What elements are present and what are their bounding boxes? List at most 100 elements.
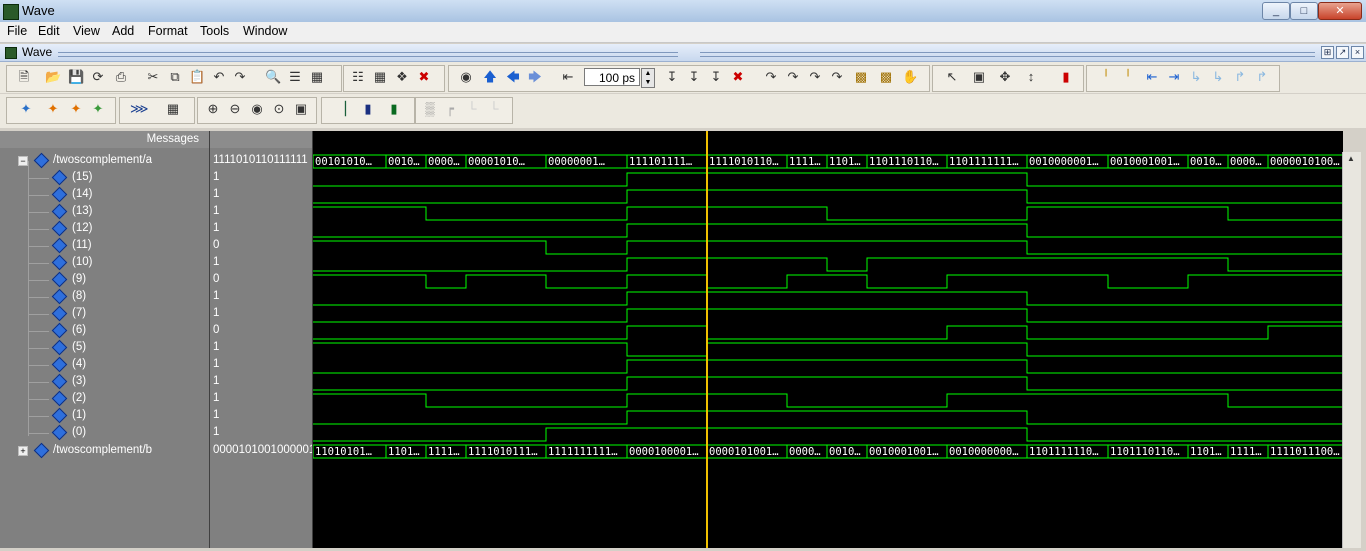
signal-row-bit9[interactable]: (9) — [0, 271, 209, 289]
collapse-icon[interactable]: − — [18, 156, 28, 166]
signal-row-bit10[interactable]: (10) — [0, 254, 209, 272]
save-icon[interactable]: 💾 — [68, 69, 84, 85]
grid-icon[interactable]: ▦ — [372, 69, 388, 85]
undo-icon[interactable]: ↶ — [211, 69, 227, 85]
menu-tools[interactable]: Tools — [200, 24, 229, 38]
wave-display-icon[interactable]: ▕ — [333, 101, 349, 117]
redo-icon[interactable]: ↷ — [232, 69, 248, 85]
pane-dock-button[interactable]: ⊞ — [1321, 46, 1334, 59]
memory-icon[interactable]: ▩ — [878, 69, 894, 85]
hierarchy-icon[interactable]: ▦ — [309, 69, 325, 85]
continue-icon[interactable]: ↧ — [686, 69, 702, 85]
find-icon[interactable]: 🔍 — [265, 69, 281, 85]
edge-any-icon[interactable]: └ — [486, 101, 502, 117]
menu-add[interactable]: Add — [112, 24, 134, 38]
paste-icon[interactable]: 📋 — [189, 69, 205, 85]
bar-display-icon[interactable]: ▮ — [360, 101, 376, 117]
minimize-button[interactable]: _ — [1262, 2, 1290, 20]
menu-file[interactable]: File — [7, 24, 27, 38]
signal-row-b[interactable]: + /twoscomplement/b — [0, 442, 209, 460]
signal-row-bit3[interactable]: (3) — [0, 373, 209, 391]
maximize-button[interactable]: □ — [1290, 2, 1318, 20]
list-icon[interactable]: ☰ — [287, 69, 303, 85]
menu-format[interactable]: Format — [148, 24, 188, 38]
dataflow-icon[interactable]: ▩ — [853, 69, 869, 85]
copy-icon[interactable]: ⧉ — [167, 69, 183, 85]
edge-rising-icon[interactable]: └ — [464, 101, 480, 117]
signal-row-bit2[interactable]: (2) — [0, 390, 209, 408]
format-color-icon[interactable]: ✦ — [68, 101, 84, 117]
select-mode-icon[interactable]: ↖ — [944, 69, 960, 85]
step-icon[interactable]: ↷ — [763, 69, 779, 85]
break-icon[interactable]: ◉ — [458, 69, 474, 85]
open-folder-icon[interactable]: 📂 — [45, 69, 61, 85]
arrow-left-icon[interactable]: 🡄 — [505, 69, 521, 85]
signal-row-bit0[interactable]: (0) — [0, 424, 209, 442]
menu-edit[interactable]: Edit — [38, 24, 60, 38]
hand-icon[interactable]: ✋ — [902, 69, 918, 85]
zoom-mode-icon[interactable]: ▣ — [971, 69, 987, 85]
restart-icon[interactable]: ⇤ — [560, 69, 576, 85]
pan-mode-icon[interactable]: ✥ — [997, 69, 1013, 85]
step-out-icon[interactable]: ↷ — [807, 69, 823, 85]
format-radix-icon[interactable]: ✦ — [45, 101, 61, 117]
measure-mode-icon[interactable]: ↕ — [1023, 69, 1039, 85]
step-into-icon[interactable]: ↷ — [829, 69, 845, 85]
signal-row-bit6[interactable]: (6) — [0, 322, 209, 340]
waveform-canvas[interactable]: 00101010… 0010… 0000… 00001010… 00000001… 111… — [312, 131, 1343, 548]
vertical-scrollbar[interactable]: ▲ — [1342, 152, 1361, 548]
bookmark-icon[interactable]: ❖ — [394, 69, 410, 85]
block-display-icon[interactable]: ▮ — [386, 101, 402, 117]
next-falling-icon[interactable]: ↳ — [1210, 69, 1226, 85]
close-button[interactable]: ✕ — [1318, 2, 1362, 20]
format-icon[interactable]: ✦ — [18, 101, 34, 117]
signal-row-bit5[interactable]: (5) — [0, 339, 209, 357]
run-all-icon[interactable]: ↧ — [708, 69, 724, 85]
insert-cursor-icon[interactable]: ╵ — [1098, 69, 1114, 85]
compare-icon[interactable]: ▦ — [165, 101, 181, 117]
pane-undock-button[interactable]: ↗ — [1336, 46, 1349, 59]
split-icon[interactable]: ⋙ — [130, 101, 149, 117]
menu-window[interactable]: Window — [243, 24, 287, 38]
run-length-input[interactable]: 100 ps — [584, 68, 640, 86]
waveform-pane[interactable]: 00101010… 0010… 0000… 00001010… 00000001… 111… — [312, 131, 1343, 548]
zoom-in-icon[interactable]: ⊕ — [205, 101, 221, 117]
edge-falling-icon[interactable]: ┍ — [442, 101, 458, 117]
next-rising-icon[interactable]: ↱ — [1254, 69, 1270, 85]
scroll-up-icon[interactable]: ▲ — [1346, 154, 1356, 164]
run-icon[interactable]: ↧ — [664, 69, 680, 85]
signal-row-bit15[interactable]: (15) — [0, 169, 209, 187]
cut-icon[interactable]: ✂ — [145, 69, 161, 85]
format-height-icon[interactable]: ✦ — [90, 101, 106, 117]
delete-wave-icon[interactable]: ✖ — [416, 69, 432, 85]
run-length-spinner[interactable]: ▲ ▼ — [641, 68, 655, 88]
signal-row-bit12[interactable]: (12) — [0, 220, 209, 238]
signal-row-bit7[interactable]: (7) — [0, 305, 209, 323]
prev-rising-icon[interactable]: ↱ — [1232, 69, 1248, 85]
signal-row-bit11[interactable]: (11) — [0, 237, 209, 255]
signal-row-bit13[interactable]: (13) — [0, 203, 209, 221]
zoom-full-icon[interactable]: ◉ — [249, 101, 265, 117]
expand-icon[interactable]: + — [18, 446, 28, 456]
new-file-icon[interactable]: 🗎 — [16, 69, 32, 85]
signal-row-bit1[interactable]: (1) — [0, 407, 209, 425]
zoom-out-icon[interactable]: ⊖ — [227, 101, 243, 117]
reload-icon[interactable]: ⟳ — [90, 69, 106, 85]
menu-view[interactable]: View — [73, 24, 100, 38]
stop-icon[interactable]: ✖ — [730, 69, 746, 85]
stop-drawing-icon[interactable]: ▮ — [1058, 69, 1074, 85]
pane-close-button[interactable]: × — [1351, 46, 1364, 59]
signal-row-a[interactable]: − /twoscomplement/a — [0, 152, 209, 170]
print-icon[interactable]: ⎙ — [113, 69, 129, 85]
arrow-right-icon[interactable]: 🡆 — [527, 69, 543, 85]
step-over-icon[interactable]: ↷ — [785, 69, 801, 85]
zoom-cursor-icon[interactable]: ⊙ — [271, 101, 287, 117]
signal-row-bit8[interactable]: (8) — [0, 288, 209, 306]
delete-cursor-icon[interactable]: ╵ — [1120, 69, 1136, 85]
insert-wave-icon[interactable]: ☷ — [350, 69, 366, 85]
arrow-up-icon[interactable]: 🡅 — [482, 69, 498, 85]
zoom-range-icon[interactable]: ▣ — [293, 101, 309, 117]
next-edge-icon[interactable]: ⇥ — [1166, 69, 1182, 85]
prev-edge-icon[interactable]: ⇤ — [1144, 69, 1160, 85]
signal-row-bit4[interactable]: (4) — [0, 356, 209, 374]
